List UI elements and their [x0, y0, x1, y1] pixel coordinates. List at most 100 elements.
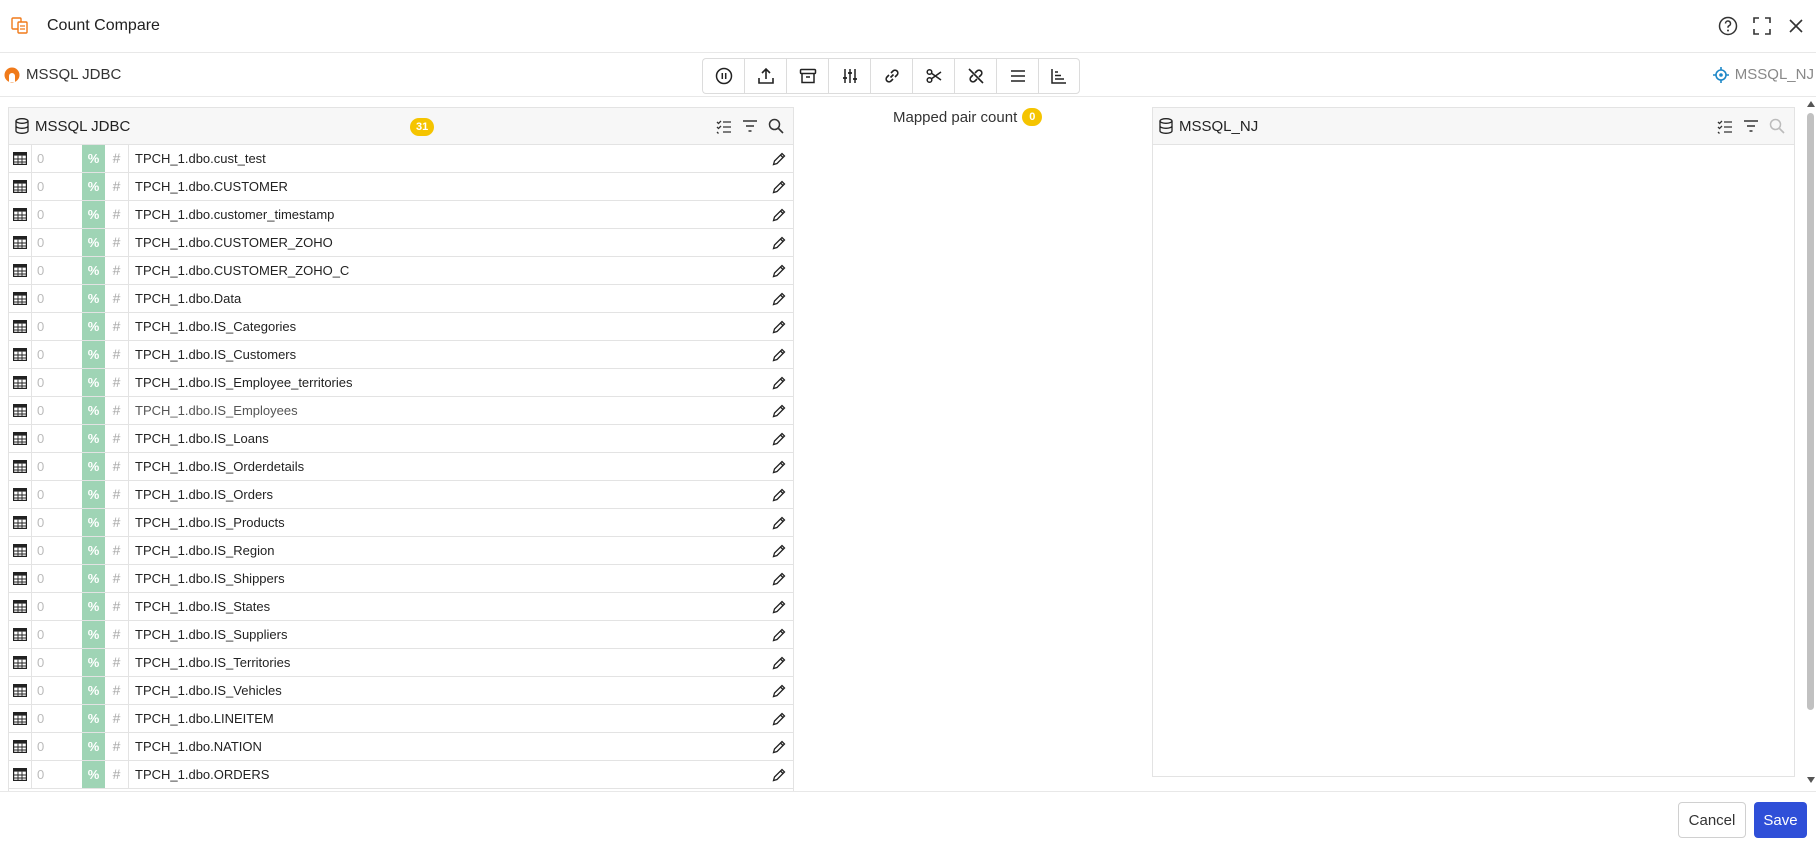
table-row[interactable]: 0% # TPCH_1.dbo.IS_Products — [9, 509, 793, 537]
percent-toggle[interactable]: % — [82, 341, 105, 368]
hash-toggle[interactable]: # — [105, 565, 129, 592]
maximize-icon[interactable] — [1750, 14, 1774, 38]
hash-toggle[interactable]: # — [105, 201, 129, 228]
percent-toggle[interactable]: % — [82, 425, 105, 452]
percent-toggle[interactable]: % — [82, 733, 105, 760]
help-icon[interactable] — [1716, 14, 1740, 38]
hash-toggle[interactable]: # — [105, 425, 129, 452]
edit-icon[interactable] — [771, 403, 787, 419]
table-row[interactable]: 0% # TPCH_1.dbo.IS_Employees — [9, 397, 793, 425]
hash-toggle[interactable]: # — [105, 677, 129, 704]
percent-toggle[interactable]: % — [82, 397, 105, 424]
table-row[interactable]: 0% # TPCH_1.dbo.CUSTOMER_ZOHO — [9, 229, 793, 257]
percent-toggle[interactable]: % — [82, 145, 105, 172]
table-row[interactable]: 0% # TPCH_1.dbo.Data — [9, 285, 793, 313]
hash-toggle[interactable]: # — [105, 705, 129, 732]
filter-icon[interactable] — [741, 117, 759, 135]
percent-toggle[interactable]: % — [82, 621, 105, 648]
hash-toggle[interactable]: # — [105, 369, 129, 396]
edit-icon[interactable] — [771, 291, 787, 307]
table-row[interactable]: 0% # TPCH_1.dbo.IS_Customers — [9, 341, 793, 369]
table-row[interactable]: 0% # TPCH_1.dbo.IS_Categories — [9, 313, 793, 341]
percent-toggle[interactable]: % — [82, 313, 105, 340]
edit-icon[interactable] — [771, 655, 787, 671]
hash-toggle[interactable]: # — [105, 621, 129, 648]
table-row[interactable]: 0% # TPCH_1.dbo.IS_Region — [9, 537, 793, 565]
edit-icon[interactable] — [771, 375, 787, 391]
toolbar-scissors-button[interactable] — [912, 58, 954, 94]
toolbar-pause-button[interactable] — [702, 58, 744, 94]
table-row[interactable]: 0% # TPCH_1.dbo.IS_Employee_territories — [9, 369, 793, 397]
scroll-up-icon[interactable] — [1807, 101, 1815, 107]
percent-toggle[interactable]: % — [82, 229, 105, 256]
percent-toggle[interactable]: % — [82, 649, 105, 676]
percent-toggle[interactable]: % — [82, 761, 105, 788]
scroll-down-icon[interactable] — [1807, 777, 1815, 783]
table-row[interactable]: 0% # TPCH_1.dbo.IS_Suppliers — [9, 621, 793, 649]
scrollbar-thumb[interactable] — [1807, 113, 1814, 710]
cancel-button[interactable]: Cancel — [1678, 802, 1746, 838]
percent-toggle[interactable]: % — [82, 285, 105, 312]
hash-toggle[interactable]: # — [105, 285, 129, 312]
percent-toggle[interactable]: % — [82, 257, 105, 284]
save-button[interactable]: Save — [1754, 802, 1807, 838]
percent-toggle[interactable]: % — [82, 481, 105, 508]
edit-icon[interactable] — [771, 207, 787, 223]
table-row[interactable]: 0% # TPCH_1.dbo.cust_test — [9, 145, 793, 173]
toolbar-bar-chart-button[interactable] — [1038, 58, 1080, 94]
edit-icon[interactable] — [771, 263, 787, 279]
hash-toggle[interactable]: # — [105, 229, 129, 256]
edit-icon[interactable] — [771, 179, 787, 195]
edit-icon[interactable] — [771, 487, 787, 503]
percent-toggle[interactable]: % — [82, 369, 105, 396]
hash-toggle[interactable]: # — [105, 537, 129, 564]
table-row[interactable]: 0% # TPCH_1.dbo.IS_Orders — [9, 481, 793, 509]
edit-icon[interactable] — [771, 711, 787, 727]
hash-toggle[interactable]: # — [105, 313, 129, 340]
table-row[interactable]: 0% # TPCH_1.dbo.ORDERS — [9, 761, 793, 789]
percent-toggle[interactable]: % — [82, 509, 105, 536]
percent-toggle[interactable]: % — [82, 537, 105, 564]
hash-toggle[interactable]: # — [105, 397, 129, 424]
check-list-icon[interactable] — [1716, 117, 1734, 135]
table-row[interactable]: 0% # TPCH_1.dbo.NATION — [9, 733, 793, 761]
hash-toggle[interactable]: # — [105, 593, 129, 620]
edit-icon[interactable] — [771, 543, 787, 559]
search-icon[interactable] — [767, 117, 785, 135]
close-icon[interactable] — [1784, 14, 1808, 38]
target-connection[interactable]: MSSQL_NJ — [1712, 66, 1814, 83]
hash-toggle[interactable]: # — [105, 761, 129, 788]
vertical-scrollbar[interactable] — [1805, 97, 1816, 789]
edit-icon[interactable] — [771, 627, 787, 643]
hash-toggle[interactable]: # — [105, 257, 129, 284]
table-row[interactable]: 0% # TPCH_1.dbo.LINEITEM — [9, 705, 793, 733]
edit-icon[interactable] — [771, 767, 787, 783]
hash-toggle[interactable]: # — [105, 173, 129, 200]
toolbar-sliders-button[interactable] — [828, 58, 870, 94]
table-row[interactable]: 0% # TPCH_1.dbo.IS_States — [9, 593, 793, 621]
hash-toggle[interactable]: # — [105, 733, 129, 760]
table-row[interactable]: 0% # TPCH_1.dbo.IS_Orderdetails — [9, 453, 793, 481]
toolbar-archive-button[interactable] — [786, 58, 828, 94]
hash-toggle[interactable]: # — [105, 481, 129, 508]
toolbar-list-button[interactable] — [996, 58, 1038, 94]
edit-icon[interactable] — [771, 683, 787, 699]
hash-toggle[interactable]: # — [105, 341, 129, 368]
toolbar-upload-button[interactable] — [744, 58, 786, 94]
toolbar-link-button[interactable] — [870, 58, 912, 94]
toolbar-unlink-button[interactable] — [954, 58, 996, 94]
hash-toggle[interactable]: # — [105, 649, 129, 676]
search-icon[interactable] — [1768, 117, 1786, 135]
edit-icon[interactable] — [771, 431, 787, 447]
source-connection[interactable]: MSSQL JDBC — [4, 66, 121, 83]
edit-icon[interactable] — [771, 459, 787, 475]
table-row[interactable]: 0% # TPCH_1.dbo.IS_Loans — [9, 425, 793, 453]
edit-icon[interactable] — [771, 347, 787, 363]
hash-toggle[interactable]: # — [105, 453, 129, 480]
edit-icon[interactable] — [771, 571, 787, 587]
edit-icon[interactable] — [771, 515, 787, 531]
edit-icon[interactable] — [771, 319, 787, 335]
table-row[interactable]: 0% # TPCH_1.dbo.IS_Territories — [9, 649, 793, 677]
percent-toggle[interactable]: % — [82, 593, 105, 620]
percent-toggle[interactable]: % — [82, 201, 105, 228]
